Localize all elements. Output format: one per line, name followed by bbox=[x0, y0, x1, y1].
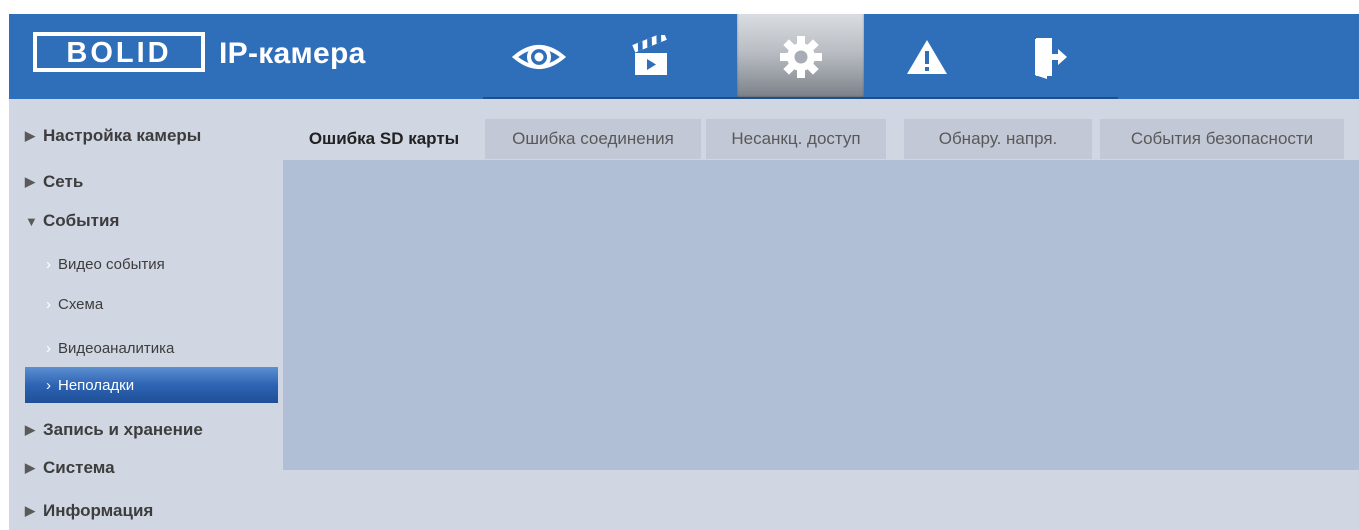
sidebar-item-label: Сеть bbox=[43, 172, 84, 191]
chevron-right-icon: › bbox=[46, 255, 51, 273]
alarm-tab[interactable] bbox=[871, 14, 983, 99]
sidebar-subitem-video-events[interactable]: › Видео события bbox=[25, 246, 278, 282]
tab-sd-card-error[interactable]: Ошибка SD карты bbox=[284, 119, 484, 159]
sidebar-item-recording-storage[interactable]: ▶ Запись и хранение bbox=[25, 412, 203, 448]
triangle-right-icon: ▶ bbox=[25, 128, 35, 143]
tab-label: Ошибка SD карты bbox=[308, 129, 460, 148]
sidebar-subitem-label: Видео события bbox=[58, 255, 165, 273]
sidebar-item-label: Система bbox=[43, 458, 115, 477]
triangle-down-icon: ▼ bbox=[25, 213, 38, 229]
tab-voltage-detection[interactable]: Обнару. напря. bbox=[904, 119, 1092, 159]
chevron-right-icon: › bbox=[46, 376, 51, 394]
sidebar-subitem-label: Неполадки bbox=[58, 376, 135, 394]
warning-icon bbox=[907, 39, 947, 74]
tab-label: Ошибка соединения bbox=[512, 129, 674, 148]
sidebar-subitem-video-analytics[interactable]: › Видеоаналитика bbox=[25, 330, 278, 366]
eye-icon bbox=[511, 44, 567, 69]
logout-tab[interactable] bbox=[993, 14, 1105, 99]
sidebar-subitem-scheme[interactable]: › Схема bbox=[25, 286, 278, 322]
sidebar-subitem-label: Видеоаналитика bbox=[58, 339, 175, 357]
sidebar-subitem-malfunctions[interactable]: › Неполадки bbox=[25, 367, 278, 403]
tab-label: События безопасности bbox=[1130, 129, 1314, 148]
top-header: BOLID IP-камера bbox=[9, 14, 1359, 100]
triangle-right-icon: ▶ bbox=[25, 174, 35, 189]
tab-label: Несанкц. доступ bbox=[731, 129, 861, 148]
sidebar-item-network[interactable]: ▶ Сеть bbox=[25, 164, 83, 200]
sidebar-item-label: Информация bbox=[43, 501, 154, 520]
triangle-right-icon: ▶ bbox=[25, 503, 35, 518]
main-area: ▶ Настройка камеры ▶ Сеть ▼ События › Ви… bbox=[9, 99, 1359, 530]
tab-bar: Ошибка SD карты Ошибка соединения Несанк… bbox=[284, 119, 1344, 159]
sidebar-item-events[interactable]: ▼ События bbox=[25, 203, 119, 239]
sidebar-subitem-label: Схема bbox=[58, 295, 104, 313]
sidebar-item-label: Настройка камеры bbox=[43, 126, 202, 145]
tab-unauthorized-access[interactable]: Несанкц. доступ bbox=[706, 119, 886, 159]
sidebar-item-system[interactable]: ▶ Система bbox=[25, 450, 115, 486]
playback-tab[interactable] bbox=[595, 14, 707, 99]
logo-lettering: BOLID bbox=[66, 37, 171, 69]
bolid-logo: BOLID bbox=[33, 32, 205, 72]
sidebar-item-information[interactable]: ▶ Информация bbox=[25, 493, 153, 529]
chevron-right-icon: › bbox=[46, 295, 51, 313]
sidebar-item-camera-settings[interactable]: ▶ Настройка камеры bbox=[25, 118, 201, 154]
exit-icon bbox=[1035, 37, 1067, 79]
tab-label: Обнару. напря. bbox=[938, 129, 1058, 148]
triangle-right-icon: ▶ bbox=[25, 460, 35, 475]
tab-connection-error[interactable]: Ошибка соединения bbox=[485, 119, 701, 159]
settings-tab[interactable] bbox=[737, 14, 864, 99]
chevron-right-icon: › bbox=[46, 339, 51, 357]
tab-security-events[interactable]: События безопасности bbox=[1100, 119, 1344, 159]
triangle-right-icon: ▶ bbox=[25, 422, 35, 437]
sidebar-item-label: Запись и хранение bbox=[43, 420, 203, 439]
clapperboard-icon bbox=[632, 34, 667, 75]
sidebar-item-label: События bbox=[43, 211, 120, 230]
gear-icon bbox=[779, 35, 822, 78]
app-title: IP-камера bbox=[219, 37, 366, 70]
live-view-tab[interactable] bbox=[483, 14, 595, 99]
content-panel bbox=[283, 160, 1359, 470]
